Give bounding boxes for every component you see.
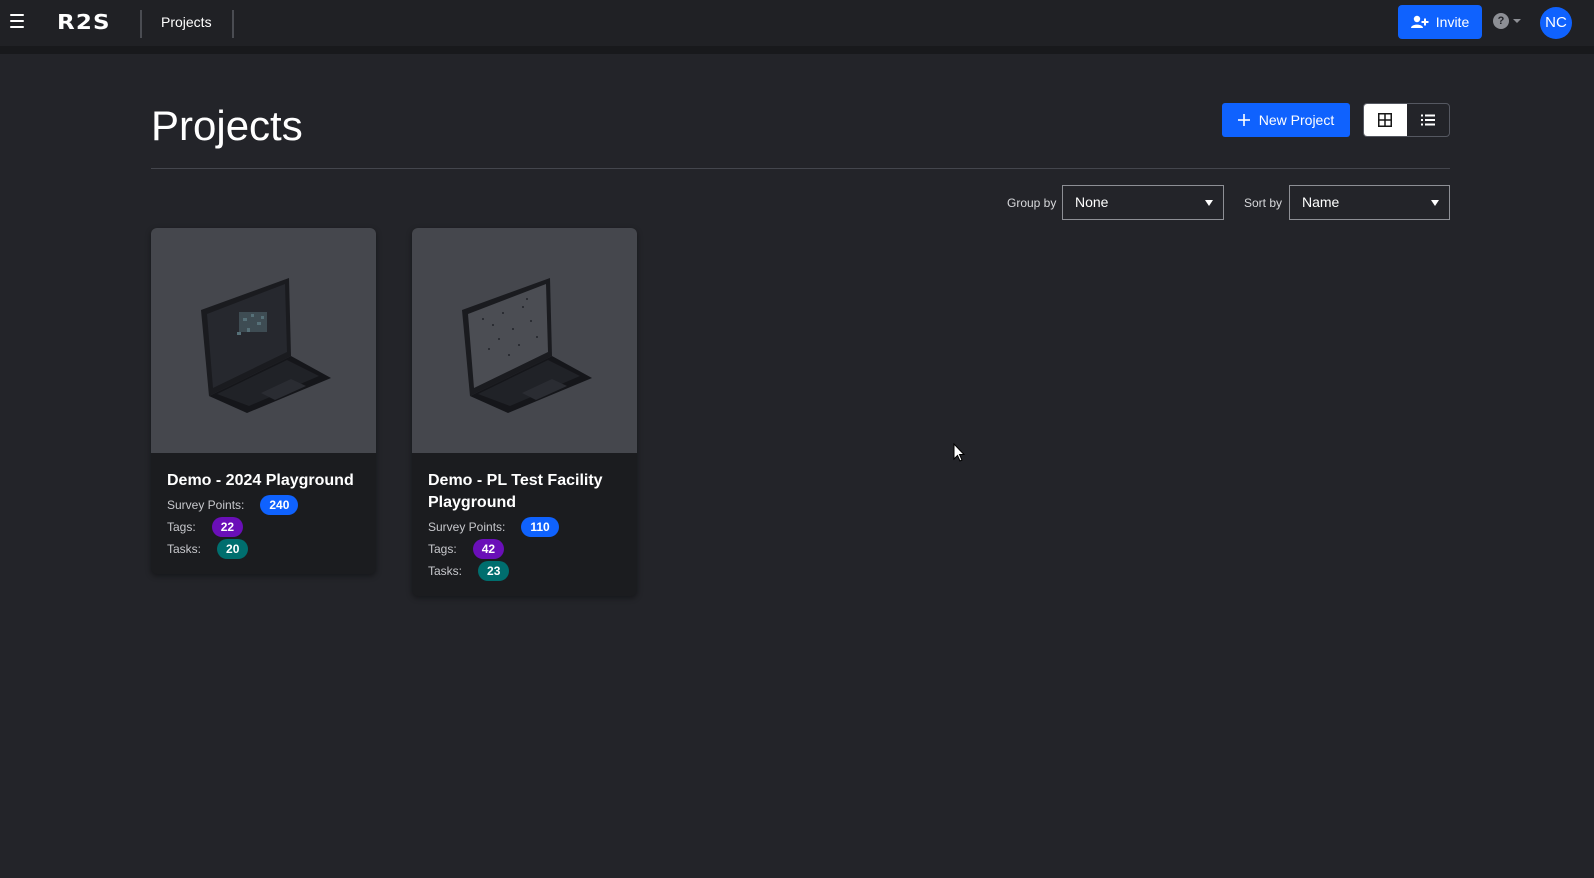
app-logo[interactable]: R2S: [57, 9, 111, 35]
question-circle-icon: ?: [1493, 13, 1509, 29]
sort-by-select[interactable]: Name: [1289, 185, 1450, 220]
header-divider: [151, 168, 1450, 169]
survey-points-badge: 240: [260, 495, 299, 515]
group-by-select[interactable]: None: [1062, 185, 1224, 220]
tags-badge: 42: [472, 539, 505, 559]
mouse-cursor-icon: [953, 443, 965, 462]
project-thumbnail: [412, 228, 637, 453]
list-icon: [1420, 114, 1435, 126]
tasks-label: Tasks:: [167, 542, 202, 556]
add-user-icon: [1410, 15, 1429, 28]
tags-stat: Tags: 22: [167, 516, 361, 538]
view-toggle: [1363, 103, 1450, 137]
survey-points-stat: Survey Points: 110: [428, 516, 622, 538]
chevron-down-icon: [1513, 19, 1521, 23]
new-project-label: New Project: [1258, 112, 1335, 128]
project-card[interactable]: Demo - 2024 Playground Survey Points: 24…: [151, 228, 376, 574]
breadcrumb-projects[interactable]: Projects: [161, 14, 212, 30]
survey-points-stat: Survey Points: 240: [167, 494, 361, 516]
tasks-badge: 20: [217, 539, 249, 559]
plus-icon: [1237, 114, 1250, 126]
help-menu[interactable]: ?: [1493, 13, 1521, 29]
tasks-stat: Tasks: 20: [167, 538, 361, 560]
invite-label: Invite: [1435, 14, 1470, 30]
user-avatar[interactable]: NC: [1540, 7, 1572, 39]
grid-icon: [1378, 113, 1393, 127]
group-by-label: Group by: [1007, 196, 1057, 210]
nav-divider: [140, 10, 142, 38]
project-thumbnail: [151, 228, 376, 453]
group-by-value: None: [1075, 194, 1109, 210]
tags-stat: Tags: 42: [428, 538, 622, 560]
laptop-image: [201, 278, 331, 413]
tasks-label: Tasks:: [428, 564, 463, 578]
sort-by-value: Name: [1302, 194, 1340, 210]
invite-button[interactable]: Invite: [1398, 5, 1482, 39]
project-card[interactable]: Demo - PL Test Facility Playground Surve…: [412, 228, 637, 596]
tasks-badge: 23: [478, 561, 510, 581]
chevron-down-icon: [1431, 200, 1439, 206]
top-navbar: R2S Projects Invite ? NC: [0, 0, 1594, 54]
page-title: Projects: [151, 102, 303, 149]
survey-points-label: Survey Points:: [167, 498, 245, 512]
list-view-button[interactable]: [1407, 104, 1450, 136]
grid-view-button[interactable]: [1364, 104, 1407, 136]
nav-divider: [232, 10, 234, 38]
project-title: Demo - 2024 Playground: [167, 472, 354, 489]
survey-points-badge: 110: [521, 517, 559, 537]
hamburger-menu-icon[interactable]: [10, 14, 24, 28]
new-project-button[interactable]: New Project: [1222, 103, 1350, 137]
tags-label: Tags:: [167, 520, 196, 534]
tags-badge: 22: [211, 517, 244, 537]
tasks-stat: Tasks: 23: [428, 560, 622, 582]
chevron-down-icon: [1205, 200, 1213, 206]
survey-points-label: Survey Points:: [428, 520, 506, 534]
project-title: Demo - PL Test Facility Playground: [428, 472, 603, 511]
sort-by-label: Sort by: [1244, 196, 1283, 210]
laptop-image: [462, 278, 592, 413]
tags-label: Tags:: [428, 542, 457, 556]
